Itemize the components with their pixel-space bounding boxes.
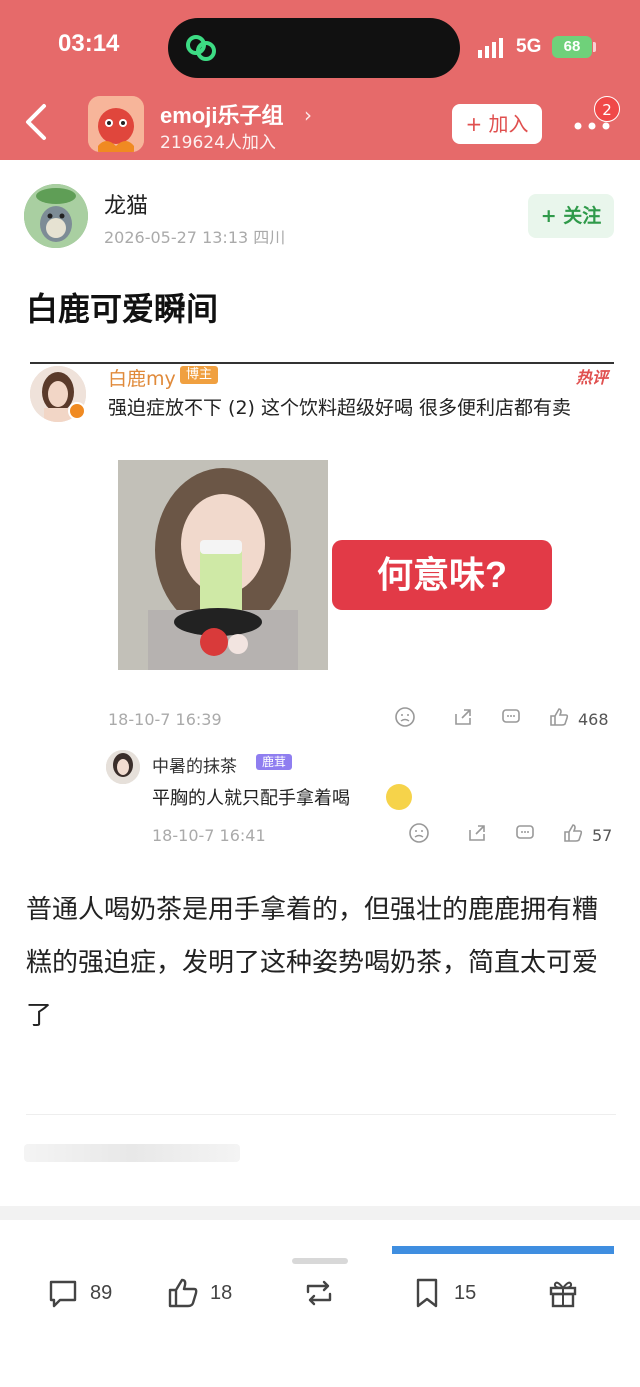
section-gap: [0, 1206, 640, 1220]
embed-photo-image: [118, 460, 328, 670]
reply-username: 中暑的抹茶: [152, 757, 237, 777]
embedded-screenshot: 白鹿my 博主 热评 强迫症放不下 (2) 这个饮料超级好喝 很多便利店都有卖 …: [30, 362, 614, 848]
embed-photo: [118, 460, 328, 670]
blurred-content: [24, 1144, 240, 1162]
embed-user-badge: 博主: [180, 366, 219, 384]
group-avatar-image: [88, 96, 144, 152]
author-avatar[interactable]: [24, 184, 88, 248]
comment-button[interactable]: 89: [46, 1276, 126, 1312]
join-group-button[interactable]: + 加入: [452, 104, 542, 144]
post-title: 白鹿可爱瞬间: [26, 290, 219, 328]
signal-icon: [478, 38, 503, 58]
dynamic-island: [168, 18, 460, 78]
group-avatar[interactable]: [88, 96, 144, 152]
chevron-right-icon[interactable]: ›: [304, 103, 312, 127]
scroll-handle[interactable]: [292, 1258, 348, 1264]
battery-tip: [593, 42, 596, 52]
reply-text: 平胸的人就只配手拿着喝: [152, 788, 350, 809]
author-name[interactable]: 龙猫: [104, 188, 148, 220]
reply-avatar-image: [106, 750, 140, 784]
post-meta: 2026-05-27 13:13 四川: [104, 228, 286, 247]
status-time: 03:14: [58, 30, 120, 57]
share-icon: [469, 825, 485, 841]
group-name[interactable]: emoji乐子组: [160, 98, 283, 130]
back-button[interactable]: [20, 102, 52, 142]
sticker-text: 何意味?: [332, 540, 552, 610]
post-body: 普通人喝奶茶是用手拿着的，但强壮的鹿鹿拥有糟糕的强迫症，发明了这种姿势喝奶茶，简…: [26, 895, 599, 1031]
hot-comment-label: 热评: [576, 368, 609, 387]
embed-post-text: 强迫症放不下 (2) 这个饮料超级好喝 很多便利店都有卖: [108, 397, 572, 419]
bookmark-icon: [416, 1278, 438, 1308]
gift-icon: [549, 1281, 577, 1308]
embed-username: 白鹿my: [108, 368, 176, 390]
embed-like-count: 468: [578, 710, 609, 729]
reply-like-count: 57: [592, 826, 613, 845]
reply-action-row: [404, 822, 614, 848]
battery-indicator: 68: [552, 36, 592, 58]
like-button[interactable]: 18: [166, 1276, 246, 1312]
verified-badge-icon: [68, 402, 86, 420]
dislike-face-icon: [395, 707, 415, 727]
like-icon: [550, 708, 569, 726]
like-icon: [564, 824, 583, 842]
repost-button[interactable]: [302, 1276, 342, 1312]
like-count: 18: [210, 1282, 233, 1304]
reply-user-badge: 鹿茸: [256, 754, 293, 770]
divider: [26, 1114, 616, 1115]
bottom-action-bar: 89 18 15: [0, 1220, 640, 1387]
comment-icon: [516, 825, 534, 839]
share-icon: [455, 709, 471, 725]
thumbs-up-icon: [168, 1278, 198, 1308]
author-avatar-image: [24, 184, 88, 248]
bookmark-button[interactable]: 15: [410, 1276, 490, 1312]
dislike-face-icon: [409, 823, 429, 843]
group-member-count: 219624人加入: [160, 133, 276, 153]
reply-avatar: [106, 750, 140, 784]
embed-date: 18-10-7 16:39: [108, 710, 222, 729]
network-type: 5G: [516, 36, 542, 57]
comment-icon: [49, 1280, 77, 1308]
gift-button[interactable]: [546, 1276, 586, 1312]
reply-date: 18-10-7 16:41: [152, 826, 266, 845]
follow-button[interactable]: + 关注: [528, 194, 614, 238]
link-icon: [186, 35, 216, 61]
peek-banner: [392, 1246, 614, 1254]
smile-emoji-icon: [386, 784, 412, 810]
bookmark-count: 15: [454, 1282, 477, 1304]
comment-count: 89: [90, 1282, 113, 1304]
repost-icon: [306, 1280, 332, 1306]
comment-icon: [502, 709, 520, 723]
notification-badge: 2: [594, 96, 620, 122]
group-header: 03:14 5G 68 emoji乐子组 › 219624人加入 + 加入 2: [0, 0, 640, 160]
